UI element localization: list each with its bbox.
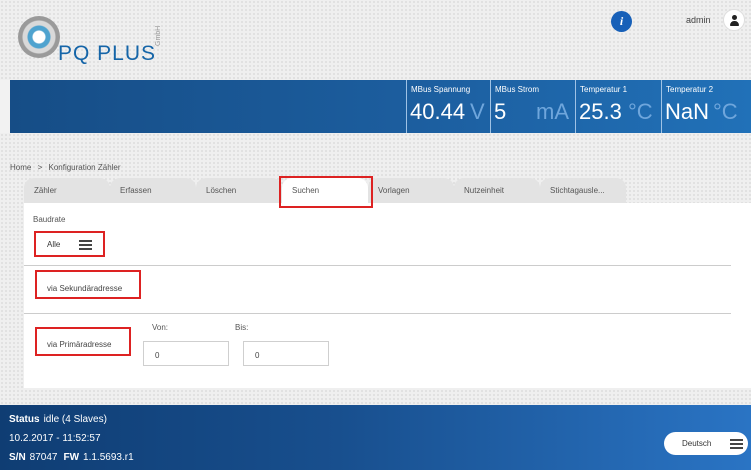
from-address-input[interactable]: 0 [143, 341, 229, 366]
datetime: 10.2.2017 - 11:52:57 [9, 433, 101, 444]
measurement-value: NaN [665, 99, 710, 124]
sn-label: S/N [9, 452, 26, 463]
logo-suffix: GmbH [155, 25, 162, 46]
status-line: Status idle (4 Slaves) [9, 414, 107, 425]
language-select[interactable]: Deutsch [664, 432, 748, 455]
tab-stichtagauslesung[interactable]: Stichtagausle... [540, 178, 626, 203]
tab-vorlagen[interactable]: Vorlagen [368, 178, 454, 203]
measurement-unit: V [470, 99, 485, 124]
breadcrumb-separator: > [37, 163, 43, 172]
measurement-unit: mA [536, 99, 569, 124]
measurement-temperature-2: Temperatur 2 NaN °C [661, 80, 751, 133]
divider [24, 265, 731, 266]
app-header: PQ PLUS GmbH i admin [0, 0, 751, 80]
search-primary-address-button[interactable]: via Primäradresse [47, 340, 111, 349]
sn-value: 87047 [29, 452, 58, 463]
language-value: Deutsch [682, 439, 712, 448]
measurement-value: 5 [494, 99, 507, 124]
info-button[interactable]: i [611, 11, 632, 32]
search-secondary-address-button[interactable]: via Sekundäradresse [47, 284, 122, 293]
fw-value: 1.1.5693.r1 [83, 452, 134, 463]
measurement-value: 25.3 [579, 99, 622, 124]
company-logo: PQ PLUS GmbH [18, 12, 178, 74]
measurement-unit: °C [628, 99, 653, 124]
breadcrumb-home[interactable]: Home [10, 163, 31, 172]
to-label: Bis: [235, 323, 249, 332]
logo-text: PQ PLUS [58, 42, 157, 65]
tab-suchen[interactable]: Suchen [282, 178, 368, 203]
breadcrumb-current: Konfiguration Zähler [48, 163, 121, 172]
device-info: S/N 87047 FW 1.1.5693.r1 [9, 452, 134, 463]
tab-zaehler[interactable]: Zähler [24, 178, 110, 203]
divider [24, 313, 731, 314]
measurement-label: Temperatur 2 [666, 85, 714, 94]
measurement-temperature-1: Temperatur 1 25.3 °C [575, 80, 661, 133]
measurement-label: MBus Strom [495, 85, 540, 94]
user-name[interactable]: admin [686, 15, 711, 25]
logo-emblem-icon [18, 16, 60, 58]
status-value: idle (4 Slaves) [43, 414, 107, 425]
measurement-bar: MBus Spannung 40.44 V MBus Strom 5 mA Te… [10, 80, 751, 133]
user-icon[interactable] [723, 9, 745, 31]
baudrate-select[interactable]: Alle [36, 233, 100, 255]
measurement-value: 40.44 [410, 99, 466, 124]
status-label: Status [9, 414, 40, 425]
status-footer: Status idle (4 Slaves) 10.2.2017 - 11:52:… [0, 405, 751, 470]
measurement-mbus-voltage: MBus Spannung 40.44 V [406, 80, 490, 133]
from-label: Von: [152, 323, 169, 332]
fw-label: FW [63, 452, 80, 463]
measurement-label: MBus Spannung [411, 85, 471, 94]
tab-loeschen[interactable]: Löschen [196, 178, 282, 203]
menu-icon [730, 439, 743, 449]
tab-nutzeinheit[interactable]: Nutzeinheit [454, 178, 540, 203]
measurement-label: Temperatur 1 [580, 85, 628, 94]
search-panel: Baudrate Alle via Sekundäradresse Von: B… [24, 203, 751, 388]
baudrate-label: Baudrate [33, 215, 66, 224]
to-address-input[interactable]: 0 [243, 341, 329, 366]
breadcrumb: Home > Konfiguration Zähler [10, 163, 125, 172]
baudrate-value: Alle [47, 240, 61, 249]
measurement-unit: °C [713, 99, 738, 124]
measurement-mbus-current: MBus Strom 5 mA [490, 80, 575, 133]
tab-erfassen[interactable]: Erfassen [110, 178, 196, 203]
menu-icon [79, 240, 92, 250]
